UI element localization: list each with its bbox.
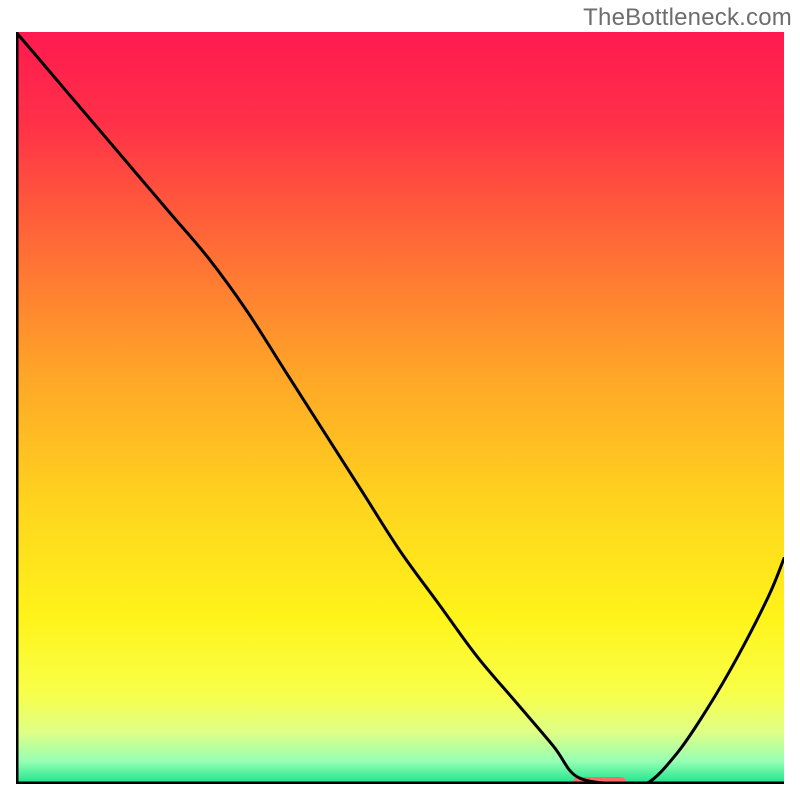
chart-svg	[16, 32, 784, 784]
watermark-text: TheBottleneck.com	[583, 4, 792, 32]
plot-area	[16, 32, 784, 784]
gradient-bg	[16, 32, 784, 784]
chart-container: TheBottleneck.com	[0, 0, 800, 800]
